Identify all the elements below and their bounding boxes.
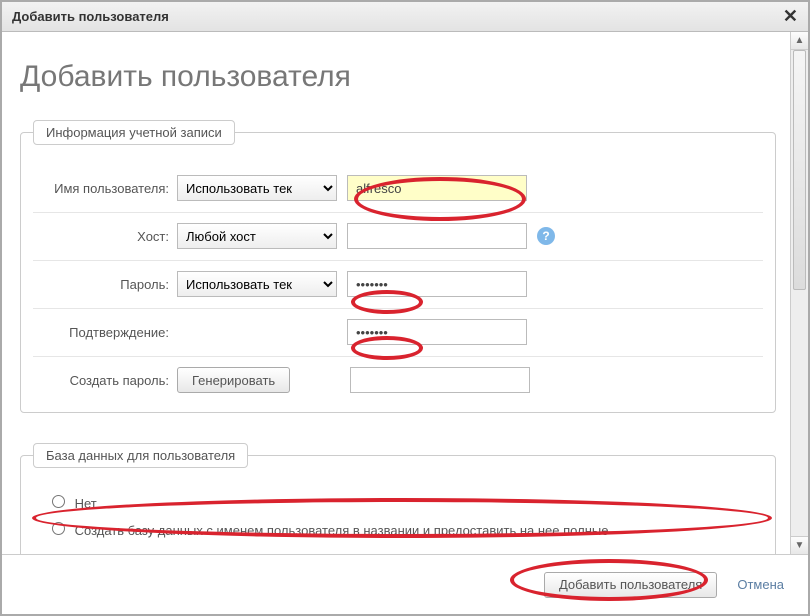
account-info-legend: Информация учетной записи [33,120,235,145]
dialog-footer: Добавить пользователя Отмена [2,554,808,614]
database-section: База данных для пользователя Нет Создать… [20,443,776,554]
scroll-down-icon[interactable]: ▼ [791,536,808,554]
password-label: Пароль: [37,277,177,292]
close-icon[interactable]: ✕ [783,6,798,27]
username-input[interactable] [347,175,527,201]
host-label: Хост: [37,229,177,244]
db-option-none[interactable]: Нет [33,488,763,515]
scroll-thumb[interactable] [793,50,806,290]
help-icon[interactable]: ? [537,227,555,245]
db-option-none-label: Нет [75,496,97,511]
db-option-create[interactable]: Создать базу данных с именем пользовател… [33,515,763,542]
row-confirm: Подтверждение: [33,308,763,356]
db-radio-create[interactable] [52,522,65,535]
generated-password-output[interactable] [350,367,530,393]
database-legend: База данных для пользователя [33,443,248,468]
username-label: Имя пользователя: [37,181,177,196]
row-generate: Создать пароль: Генерировать [33,356,763,404]
scroll-up-icon[interactable]: ▲ [791,32,808,50]
row-password: Пароль: Использовать тек [33,260,763,308]
password-mode-select[interactable]: Использовать тек [177,271,337,297]
account-info-section: Информация учетной записи Имя пользовате… [20,120,776,413]
confirm-input[interactable] [347,319,527,345]
vertical-scrollbar[interactable]: ▲ ▼ [790,32,808,554]
host-input[interactable] [347,223,527,249]
submit-button[interactable]: Добавить пользователя [544,572,717,598]
row-host: Хост: Любой хост ? [33,212,763,260]
dialog-title: Добавить пользователя [12,9,169,24]
generate-button[interactable]: Генерировать [177,367,290,393]
generate-label: Создать пароль: [37,373,177,388]
confirm-label: Подтверждение: [37,325,177,340]
row-username: Имя пользователя: Использовать тек [33,165,763,212]
password-input[interactable] [347,271,527,297]
db-radio-none[interactable] [52,495,65,508]
username-mode-select[interactable]: Использовать тек [177,175,337,201]
cancel-link[interactable]: Отмена [737,577,784,592]
host-select[interactable]: Любой хост [177,223,337,249]
dialog-titlebar: Добавить пользователя ✕ [2,2,808,32]
page-title: Добавить пользователя [20,60,776,94]
db-option-create-label: Создать базу данных с именем пользовател… [75,523,609,538]
dialog-body: Добавить пользователя Информация учетной… [2,32,794,554]
